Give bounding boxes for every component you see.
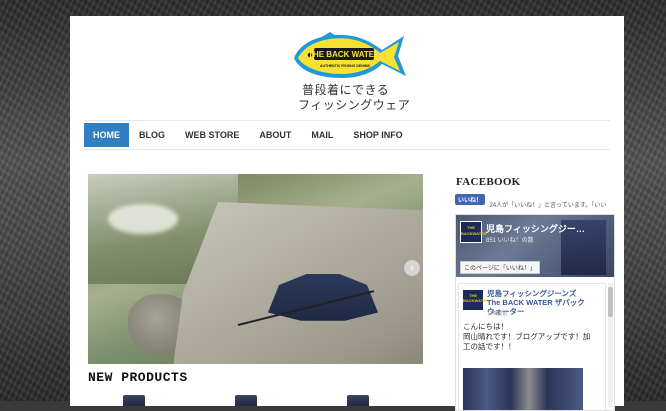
nav-about[interactable]: ABOUT: [249, 123, 301, 147]
post-text-line3: 工の話です！！: [463, 342, 516, 351]
main-nav: HOME BLOG WEB STORE ABOUT MAIL SHOP INFO: [84, 123, 610, 147]
facebook-heading: FACEBOOK: [456, 176, 521, 188]
nav-mail[interactable]: MAIL: [301, 123, 343, 147]
logo-subtext: AUTHENTIC FISHING DENIMS: [320, 64, 371, 68]
facebook-post-time[interactable]: 17時間前: [487, 310, 508, 317]
hero-slider[interactable]: ›: [88, 174, 423, 364]
nav-shop-info[interactable]: SHOP INFO: [343, 123, 412, 147]
new-products-heading: NEW PRODUCTS: [88, 370, 188, 385]
facebook-page-name[interactable]: 児島フィッシングジー…: [486, 222, 585, 235]
nav-web-store[interactable]: WEB STORE: [175, 123, 249, 147]
facebook-like-button[interactable]: いいね！: [455, 194, 486, 205]
facebook-page-plugin: THE BACKWATER 児島フィッシングジー… 851 いいね！の数 このペ…: [455, 214, 615, 411]
post-text-line1: こんにちは！: [463, 322, 508, 331]
tagline-line2: フィッシングウェア: [298, 98, 411, 112]
post-text-line2: 岡山晴れです！ブログアップです！加: [463, 332, 591, 341]
facebook-page-avatar[interactable]: THE BACKWATER: [460, 221, 487, 243]
nav-blog[interactable]: BLOG: [129, 123, 175, 147]
nav-bottom-divider: [84, 149, 610, 150]
nav-top-divider: [84, 120, 610, 121]
nav-home[interactable]: HOME: [84, 123, 129, 147]
facebook-cover-image[interactable]: THE BACKWATER 児島フィッシングジー… 851 いいね！の数 このペ…: [456, 215, 614, 277]
facebook-post: THE BACKWATER 児島フィッシングジーンズ The BACK WATE…: [458, 283, 606, 410]
site-tagline: 普段着にできる フィッシングウェア: [298, 83, 410, 113]
facebook-post-image[interactable]: [463, 368, 583, 410]
page-container: THE BACK WATER AUTHENTIC FISHING DENIMS …: [70, 16, 624, 411]
facebook-like-page-button[interactable]: このページに「いいね！」: [460, 261, 540, 274]
post-author-line2: The BACK WATER ザバック: [487, 298, 585, 307]
facebook-scrollbar-thumb[interactable]: [608, 287, 613, 317]
tagline-line1: 普段着にできる: [302, 83, 390, 97]
facebook-post-text: こんにちは！ 岡山晴れです！ブログアップです！加 工の話です！！: [463, 322, 601, 352]
facebook-scrollbar[interactable]: [608, 283, 613, 407]
facebook-post-avatar[interactable]: THE BACKWATER: [463, 290, 489, 310]
facebook-page-likes: 851 いいね！の数: [486, 238, 534, 244]
post-author-line1: 児島フィッシングジーンズ: [487, 289, 577, 298]
slider-image-foam: [108, 204, 178, 234]
chevron-right-icon[interactable]: ›: [404, 260, 420, 276]
logo-text: THE BACK WATER: [308, 50, 380, 59]
brand-logo[interactable]: THE BACK WATER AUTHENTIC FISHING DENIMS: [290, 30, 408, 82]
